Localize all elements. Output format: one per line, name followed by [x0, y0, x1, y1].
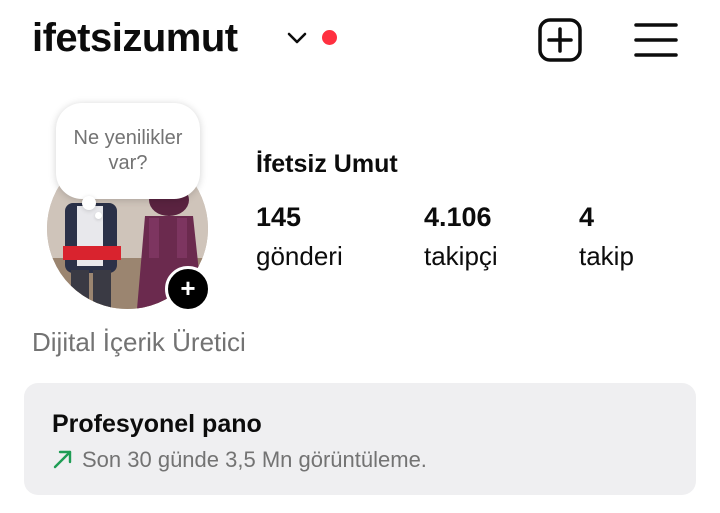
hamburger-menu-icon[interactable]	[632, 18, 680, 62]
following-count: 4	[579, 202, 595, 232]
note-text: Ne yenilikler var?	[73, 127, 183, 174]
username-switcher[interactable]: ifetsizumut	[32, 12, 238, 64]
notification-dot	[322, 30, 337, 45]
trending-up-arrow-icon	[53, 450, 72, 469]
followers-count: 4.106	[424, 202, 492, 232]
dashboard-subtitle: Son 30 günde 3,5 Mn görüntüleme.	[82, 447, 427, 472]
following-label: takip	[579, 241, 634, 271]
plus-square-icon[interactable]	[536, 16, 584, 64]
dashboard-subtitle-row: Son 30 günde 3,5 Mn görüntüleme.	[52, 445, 427, 475]
followers-label: takipçi	[424, 241, 498, 271]
add-story-button[interactable]: +	[165, 266, 211, 312]
posts-count: 145	[256, 202, 302, 232]
professional-dashboard-card[interactable]: Profesyonel pano Son 30 günde 3,5 Mn gör…	[24, 383, 696, 495]
posts-label: gönderi	[256, 241, 343, 271]
chevron-down-icon[interactable]	[286, 28, 308, 48]
dashboard-title: Profesyonel pano	[52, 410, 262, 438]
stat-following[interactable]: 4 takip	[579, 200, 634, 276]
note-bubble[interactable]: Ne yenilikler var?	[56, 103, 200, 199]
stat-followers[interactable]: 4.106 takipçi	[424, 200, 498, 276]
note-tail-small	[95, 212, 102, 219]
profile-page: ifetsizumut + Ne yenilikler var? İfetsiz…	[0, 0, 720, 513]
stat-posts[interactable]: 145 gönderi	[256, 200, 343, 276]
profile-category: Dijital İçerik Üretici	[32, 327, 246, 357]
profile-full-name: İfetsiz Umut	[256, 150, 398, 178]
note-tail	[82, 196, 96, 210]
